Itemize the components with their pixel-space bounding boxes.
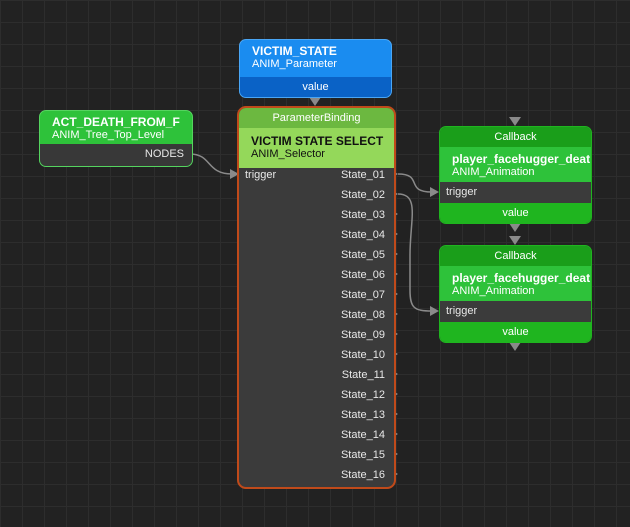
wire-nodes-to-trigger xyxy=(189,153,233,175)
state-output-port[interactable]: State_14 xyxy=(341,429,385,441)
node-title: player_facehugger_deat xyxy=(452,152,591,166)
port-label: value xyxy=(502,326,529,338)
port-label: NODES xyxy=(144,148,184,160)
node-subtitle: ANIM_Animation xyxy=(452,166,535,178)
node-subtitle: ANIM_Animation xyxy=(452,285,535,297)
trigger-input-port[interactable]: trigger xyxy=(446,186,477,198)
state-output-port[interactable]: State_15 xyxy=(341,449,385,461)
wire-state02-to-callback2 xyxy=(397,193,433,312)
value-output-port[interactable]: value xyxy=(440,322,591,342)
trigger-input-port[interactable]: trigger xyxy=(245,169,276,181)
node-subtitle: ANIM_Parameter xyxy=(252,58,337,70)
state-output-port[interactable]: State_01 xyxy=(341,169,385,181)
state-output-port[interactable]: State_08 xyxy=(341,309,385,321)
node-subtitle: ANIM_Tree_Top_Level xyxy=(52,129,165,141)
state-output-port[interactable]: State_06 xyxy=(341,269,385,281)
callback2-input-arrow xyxy=(509,236,521,245)
callback-label-bar: Callback xyxy=(440,127,591,147)
value-output-port[interactable]: value xyxy=(440,203,591,223)
state-output-port[interactable]: State_13 xyxy=(341,409,385,421)
arrow-state01-to-callback1 xyxy=(430,187,439,197)
trigger-input-port[interactable]: trigger xyxy=(446,305,477,317)
callback-node-2[interactable]: Callback player_facehugger_deat ANIM_Ani… xyxy=(439,245,592,343)
port-label: value xyxy=(302,81,329,93)
node-title: VICTIM_STATE xyxy=(252,44,337,58)
wire-state01-to-callback1 xyxy=(397,173,433,193)
parameter-binding-header: ParameterBinding xyxy=(239,108,394,128)
node-title: VICTIM STATE SELECT xyxy=(251,134,384,148)
state-output-port[interactable]: State_02 xyxy=(341,189,385,201)
victim-state-node[interactable]: VICTIM_STATE ANIM_Parameter value xyxy=(239,39,392,98)
callback-label: Callback xyxy=(494,250,537,262)
act-death-node[interactable]: ACT_DEATH_FROM_F ANIM_Tree_Top_Level NOD… xyxy=(39,110,193,167)
value-output-port[interactable]: value xyxy=(240,77,391,97)
selector-header: VICTIM STATE SELECT ANIM_Selector xyxy=(239,128,394,168)
node-title: ACT_DEATH_FROM_F xyxy=(52,115,180,129)
victim-state-select-node[interactable]: ParameterBinding VICTIM STATE SELECT ANI… xyxy=(237,106,396,489)
callback-label: Callback xyxy=(494,131,537,143)
state-output-port[interactable]: State_03 xyxy=(341,209,385,221)
binding-label: ParameterBinding xyxy=(272,112,361,124)
state-output-port[interactable]: State_04 xyxy=(341,229,385,241)
state-output-port[interactable]: State_10 xyxy=(341,349,385,361)
state-output-port[interactable]: State_09 xyxy=(341,329,385,341)
state-output-port[interactable]: State_12 xyxy=(341,389,385,401)
callback1-output-arrow xyxy=(509,223,521,232)
arrow-param-to-selector xyxy=(309,97,321,106)
nodes-output-port[interactable]: NODES xyxy=(40,144,192,166)
callback1-input-arrow xyxy=(509,117,521,126)
node-subtitle: ANIM_Selector xyxy=(251,148,325,160)
node-title: player_facehugger_deat xyxy=(452,271,591,285)
state-output-port[interactable]: State_05 xyxy=(341,249,385,261)
callback-node-1[interactable]: Callback player_facehugger_deat ANIM_Ani… xyxy=(439,126,592,224)
port-label: value xyxy=(502,207,529,219)
state-output-port[interactable]: State_11 xyxy=(342,369,385,381)
arrow-state02-to-callback2 xyxy=(430,306,439,316)
state-output-port[interactable]: State_16 xyxy=(341,469,385,481)
callback2-output-arrow xyxy=(509,342,521,351)
state-output-port[interactable]: State_07 xyxy=(341,289,385,301)
callback-label-bar: Callback xyxy=(440,246,591,266)
